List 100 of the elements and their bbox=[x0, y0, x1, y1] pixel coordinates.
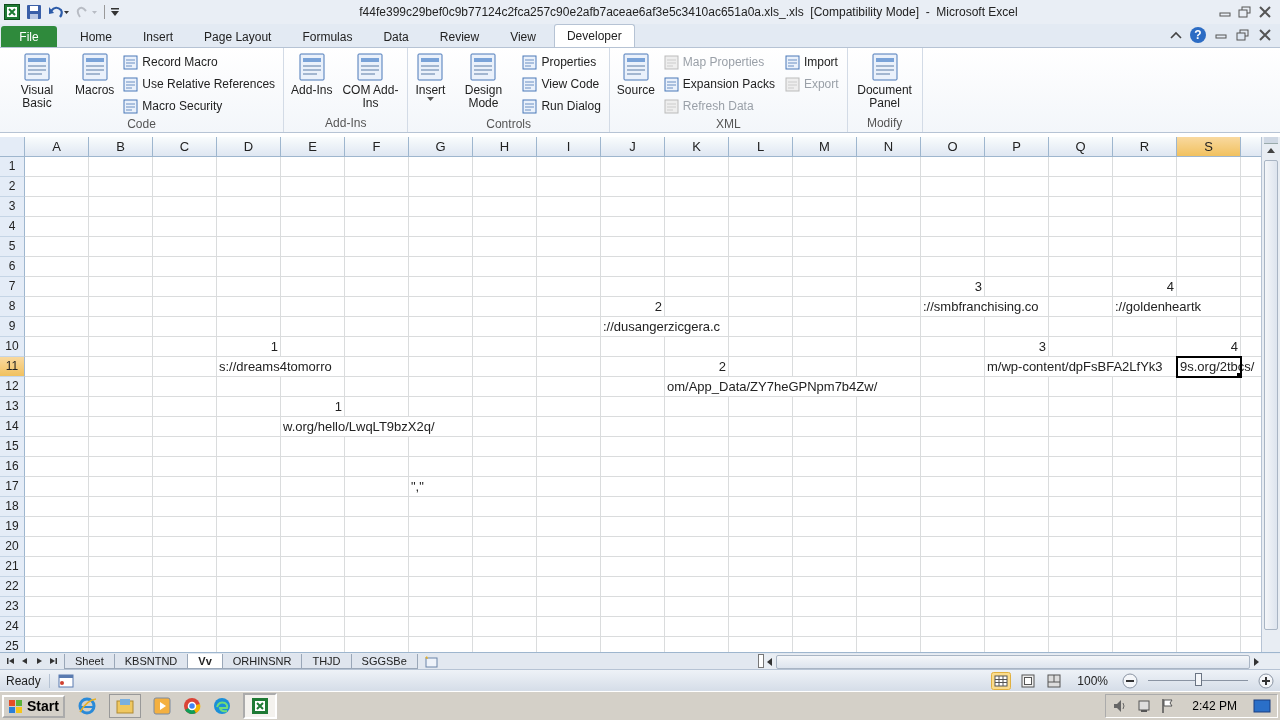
ribbon-button[interactable]: Macro Security bbox=[121, 95, 278, 117]
zoom-level[interactable]: 100% bbox=[1071, 673, 1114, 688]
row-header[interactable]: 17 bbox=[0, 476, 25, 497]
ribbon-button[interactable]: Run Dialog bbox=[520, 95, 603, 117]
network-icon[interactable] bbox=[1136, 698, 1153, 715]
column-header[interactable]: J bbox=[601, 136, 665, 157]
ribbon-tab[interactable]: Developer bbox=[553, 23, 635, 47]
ribbon-button[interactable]: Macros bbox=[72, 49, 118, 117]
column-header[interactable]: A bbox=[25, 136, 89, 157]
help-button[interactable]: ? bbox=[1190, 27, 1206, 44]
chrome-icon[interactable] bbox=[182, 697, 201, 716]
ribbon-button[interactable]: Source bbox=[613, 49, 658, 117]
row-header[interactable]: 7 bbox=[0, 276, 25, 297]
row-header[interactable]: 10 bbox=[0, 336, 25, 357]
close-icon[interactable] bbox=[1258, 29, 1272, 42]
column-header[interactable]: P bbox=[985, 136, 1049, 157]
row-header[interactable]: 23 bbox=[0, 596, 25, 617]
row-header[interactable]: 1 bbox=[0, 156, 25, 177]
row-header[interactable]: 9 bbox=[0, 316, 25, 337]
split-box[interactable] bbox=[758, 654, 764, 669]
spreadsheet-cell[interactable]: ://smbfranchising.co bbox=[921, 296, 1041, 316]
ribbon-button[interactable]: View Code bbox=[520, 73, 603, 95]
ribbon-button[interactable]: Add-Ins bbox=[288, 49, 336, 116]
zoom-slider-thumb[interactable] bbox=[1195, 673, 1202, 687]
ribbon-button[interactable]: Visual Basic bbox=[4, 49, 70, 117]
first-sheet-icon[interactable] bbox=[6, 656, 16, 667]
column-header[interactable]: G bbox=[409, 136, 473, 157]
desktop-icon[interactable] bbox=[1253, 698, 1271, 715]
row-header[interactable]: 8 bbox=[0, 296, 25, 317]
scrollbar-thumb[interactable] bbox=[1264, 159, 1278, 630]
ribbon-button[interactable]: Insert bbox=[412, 49, 449, 117]
previous-sheet-icon[interactable] bbox=[20, 656, 30, 667]
collapse-ribbon-icon[interactable] bbox=[1170, 30, 1182, 41]
page-break-icon[interactable] bbox=[1045, 671, 1064, 690]
restore-icon[interactable] bbox=[1236, 29, 1250, 42]
sheet-tab[interactable]: Sheet bbox=[64, 654, 115, 670]
ribbon-tab[interactable]: File bbox=[1, 25, 57, 47]
column-header[interactable]: M bbox=[793, 136, 857, 157]
ribbon-button[interactable]: COM Add-Ins bbox=[337, 49, 404, 116]
spreadsheet-cell[interactable]: ://goldenheartk bbox=[1113, 296, 1203, 316]
last-sheet-icon[interactable] bbox=[48, 656, 58, 667]
ribbon-tab[interactable]: Data bbox=[370, 25, 422, 47]
column-header[interactable]: Q bbox=[1049, 136, 1113, 157]
spreadsheet-cell[interactable]: om/App_Data/ZY7heGPNpm7b4Zw/ bbox=[665, 376, 880, 396]
ribbon-button[interactable]: Use Relative References bbox=[121, 73, 278, 95]
column-header[interactable]: K bbox=[665, 136, 729, 157]
row-header[interactable]: 12 bbox=[0, 376, 25, 397]
sheet-tab[interactable]: ORHINSNR bbox=[221, 654, 303, 670]
row-header[interactable]: 4 bbox=[0, 216, 25, 237]
row-header[interactable]: 24 bbox=[0, 616, 25, 637]
ribbon-button[interactable]: Document Panel bbox=[851, 49, 918, 116]
restore-icon[interactable] bbox=[1238, 5, 1252, 18]
sheet-tab[interactable]: KBSNTND bbox=[113, 654, 189, 670]
row-header[interactable]: 19 bbox=[0, 516, 25, 537]
column-header[interactable]: B bbox=[89, 136, 153, 157]
ribbon-tab[interactable]: Review bbox=[426, 25, 493, 47]
sheet-tab[interactable]: SGGSBe bbox=[350, 654, 418, 670]
row-header[interactable]: 15 bbox=[0, 436, 25, 457]
spreadsheet-logo-icon[interactable] bbox=[4, 3, 20, 20]
row-header[interactable]: 3 bbox=[0, 196, 25, 217]
customize-caret-icon[interactable] bbox=[111, 6, 119, 17]
row-header[interactable]: 21 bbox=[0, 556, 25, 577]
ribbon-tab[interactable]: Home bbox=[67, 25, 125, 47]
next-sheet-icon[interactable] bbox=[34, 656, 44, 667]
sheet-tab[interactable]: Vv bbox=[187, 654, 223, 670]
column-header[interactable]: F bbox=[345, 136, 409, 157]
column-header[interactable]: R bbox=[1113, 136, 1177, 157]
spreadsheet-cell[interactable]: m/wp-content/dpFsBFA2LfYk3 bbox=[985, 356, 1165, 376]
row-header[interactable]: 5 bbox=[0, 236, 25, 257]
ribbon-tab[interactable]: Page Layout bbox=[191, 25, 285, 47]
spreadsheet-app-icon[interactable] bbox=[242, 693, 277, 720]
column-header[interactable]: D bbox=[217, 136, 281, 157]
save-icon[interactable] bbox=[26, 3, 42, 20]
column-header[interactable]: N bbox=[857, 136, 921, 157]
ribbon-button[interactable]: Design Mode bbox=[450, 49, 517, 117]
clock[interactable]: 2:42 PM bbox=[1184, 699, 1245, 714]
ribbon-button[interactable]: Record Macro bbox=[121, 51, 278, 73]
row-header[interactable]: 14 bbox=[0, 416, 25, 437]
start-button[interactable]: Start bbox=[2, 694, 65, 718]
ribbon-tab[interactable]: Formulas bbox=[289, 25, 366, 47]
ribbon-button[interactable]: Expansion Packs bbox=[661, 73, 777, 95]
column-header[interactable]: S bbox=[1177, 136, 1241, 157]
ribbon-tab[interactable]: View bbox=[497, 25, 549, 47]
row-header[interactable]: 18 bbox=[0, 496, 25, 517]
sheet-tab[interactable]: THJD bbox=[301, 654, 352, 670]
normal-view-icon[interactable] bbox=[991, 671, 1012, 690]
spreadsheet-cell[interactable]: ://dusangerzicgera.c bbox=[601, 316, 723, 336]
spreadsheet-cell[interactable]: w.org/hello/LwqLT9bzX2q/ bbox=[281, 416, 437, 436]
spreadsheet-cell[interactable]: s://dreams4tomorro bbox=[217, 356, 334, 376]
close-icon[interactable] bbox=[1258, 5, 1272, 18]
row-header[interactable]: 2 bbox=[0, 176, 25, 197]
column-header[interactable]: O bbox=[921, 136, 985, 157]
row-header[interactable]: 16 bbox=[0, 456, 25, 477]
zoom-in-icon[interactable] bbox=[1258, 672, 1274, 689]
row-header[interactable]: 6 bbox=[0, 256, 25, 277]
column-header[interactable]: E bbox=[281, 136, 345, 157]
ribbon-button[interactable]: Import bbox=[782, 51, 841, 73]
column-header[interactable]: I bbox=[537, 136, 601, 157]
row-header[interactable]: 20 bbox=[0, 536, 25, 557]
row-header[interactable]: 11 bbox=[0, 356, 25, 377]
